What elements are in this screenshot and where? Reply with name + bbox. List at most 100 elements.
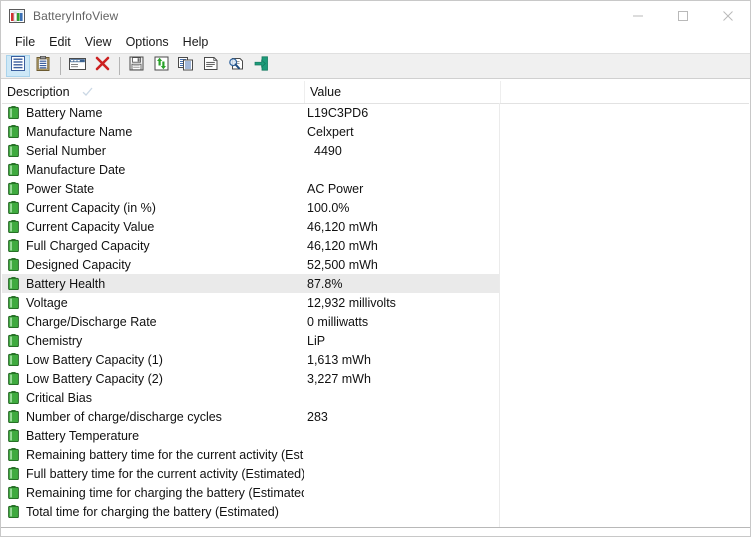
cell-description: Manufacture Name bbox=[2, 125, 304, 139]
cell-value: 46,120 mWh bbox=[307, 238, 378, 253]
cell-description: Current Capacity Value bbox=[2, 220, 304, 234]
battery-icon bbox=[8, 239, 19, 253]
table-row[interactable]: Full Charged Capacity 46,120 mWh bbox=[2, 236, 749, 255]
save-button[interactable] bbox=[124, 55, 148, 77]
cell-value: L19C3PD6 bbox=[307, 105, 369, 120]
cell-value: 0 milliwatts bbox=[307, 314, 369, 329]
description-text: Charge/Discharge Rate bbox=[26, 314, 157, 329]
battery-icon bbox=[8, 429, 19, 443]
copy-icon bbox=[178, 56, 194, 76]
cell-description: Voltage bbox=[2, 296, 304, 310]
delete-button[interactable] bbox=[90, 55, 114, 77]
description-text: Power State bbox=[26, 181, 95, 196]
window-title: BatteryInfoView bbox=[33, 9, 119, 23]
battery-icon bbox=[8, 467, 19, 481]
menu-file[interactable]: File bbox=[8, 34, 42, 51]
description-text: Designed Capacity bbox=[26, 257, 131, 272]
column-header-filler bbox=[500, 81, 749, 103]
description-text: Low Battery Capacity (2) bbox=[26, 371, 163, 386]
battery-icon bbox=[8, 220, 19, 234]
table-row[interactable]: Battery Name L19C3PD6 bbox=[2, 103, 749, 122]
column-header-value-label: Value bbox=[310, 85, 342, 99]
cell-description: Remaining time for charging the battery … bbox=[2, 486, 304, 500]
table-row[interactable]: Charge/Discharge Rate 0 milliwatts bbox=[2, 312, 749, 331]
table-row[interactable]: Current Capacity Value 46,120 mWh bbox=[2, 217, 749, 236]
copy-button[interactable] bbox=[174, 55, 198, 77]
cell-description: Critical Bias bbox=[2, 391, 304, 405]
list-body[interactable]: Battery Name L19C3PD6 Manufacture Name Celx… bbox=[2, 103, 749, 527]
cell-description: Remaining battery time for the current a… bbox=[2, 448, 304, 462]
table-row[interactable]: Battery Temperature bbox=[2, 426, 749, 445]
find-button[interactable] bbox=[224, 55, 248, 77]
table-row[interactable]: Current Capacity (in %) 100.0% bbox=[2, 198, 749, 217]
description-text: Voltage bbox=[26, 295, 68, 310]
cell-description: Serial Number bbox=[2, 144, 304, 158]
exit-button[interactable] bbox=[249, 55, 273, 77]
menu-edit[interactable]: Edit bbox=[42, 34, 78, 51]
battery-icon bbox=[8, 353, 19, 367]
window-bottom-edge bbox=[1, 527, 750, 536]
cell-value: Celxpert bbox=[307, 124, 354, 139]
cell-value: 283 bbox=[307, 409, 328, 424]
description-text: Current Capacity Value bbox=[26, 219, 155, 234]
description-text: Current Capacity (in %) bbox=[26, 200, 156, 215]
minimize-button[interactable] bbox=[615, 1, 660, 31]
menu-help[interactable]: Help bbox=[176, 34, 216, 51]
battery-info-list: Description Value Battery Name L19C3PD6 Ma… bbox=[2, 81, 749, 527]
table-row[interactable]: Low Battery Capacity (2) 3,227 mWh bbox=[2, 369, 749, 388]
table-row[interactable]: Number of charge/discharge cycles 283 bbox=[2, 407, 749, 426]
table-row[interactable]: Full battery time for the current activi… bbox=[2, 464, 749, 483]
description-text: Serial Number bbox=[26, 143, 106, 158]
battery-icon bbox=[8, 372, 19, 386]
list-header-row: Description Value bbox=[2, 81, 749, 104]
select-columns-button[interactable] bbox=[65, 55, 89, 77]
magnifier-page-icon bbox=[228, 56, 244, 76]
table-row[interactable]: Manufacture Name Celxpert bbox=[2, 122, 749, 141]
clipboard-icon bbox=[35, 55, 51, 76]
battery-icon bbox=[8, 410, 19, 424]
cell-value: LiP bbox=[307, 333, 326, 348]
table-row[interactable]: Chemistry LiP bbox=[2, 331, 749, 350]
toolbar-separator-2 bbox=[119, 57, 120, 75]
table-row[interactable]: Battery Health 87.8% bbox=[2, 274, 749, 293]
list-view-icon bbox=[10, 56, 26, 76]
cell-value: 3,227 mWh bbox=[307, 371, 371, 386]
table-row[interactable]: Remaining battery time for the current a… bbox=[2, 445, 749, 464]
battery-icon bbox=[8, 315, 19, 329]
description-text: Manufacture Date bbox=[26, 162, 126, 177]
refresh-button[interactable] bbox=[149, 55, 173, 77]
table-row[interactable]: Critical Bias bbox=[2, 388, 749, 407]
properties-button[interactable] bbox=[199, 55, 223, 77]
table-row[interactable]: Serial Number 4490 bbox=[2, 141, 749, 160]
table-row[interactable]: Manufacture Date bbox=[2, 160, 749, 179]
column-header-value[interactable]: Value bbox=[304, 81, 500, 103]
description-text: Chemistry bbox=[26, 333, 83, 348]
maximize-button[interactable] bbox=[660, 1, 705, 31]
menu-view[interactable]: View bbox=[78, 34, 119, 51]
table-row[interactable]: Total time for charging the battery (Est… bbox=[2, 502, 749, 521]
cell-description: Manufacture Date bbox=[2, 163, 304, 177]
battery-icon bbox=[8, 144, 19, 158]
cell-value: 4490 bbox=[314, 143, 342, 158]
menu-options[interactable]: Options bbox=[119, 34, 176, 51]
cell-value: 52,500 mWh bbox=[307, 257, 378, 272]
table-row[interactable]: Voltage 12,932 millivolts bbox=[2, 293, 749, 312]
description-text: Low Battery Capacity (1) bbox=[26, 352, 163, 367]
column-header-description[interactable]: Description bbox=[2, 81, 304, 103]
battery-icon bbox=[8, 391, 19, 405]
properties-view-button[interactable] bbox=[6, 55, 30, 77]
close-button[interactable] bbox=[705, 1, 750, 31]
table-row[interactable]: Power State AC Power bbox=[2, 179, 749, 198]
description-text: Battery Name bbox=[26, 105, 103, 120]
table-row[interactable]: Low Battery Capacity (1) 1,613 mWh bbox=[2, 350, 749, 369]
table-row[interactable]: Designed Capacity 52,500 mWh bbox=[2, 255, 749, 274]
cell-description: Chemistry bbox=[2, 334, 304, 348]
table-row[interactable]: Remaining time for charging the battery … bbox=[2, 483, 749, 502]
properties-icon bbox=[203, 56, 219, 76]
cell-description: Low Battery Capacity (2) bbox=[2, 372, 304, 386]
cell-description: Full battery time for the current activi… bbox=[2, 467, 304, 481]
battery-icon bbox=[8, 201, 19, 215]
battery-icon bbox=[8, 163, 19, 177]
description-text: Number of charge/discharge cycles bbox=[26, 409, 222, 424]
clipboard-button[interactable] bbox=[31, 55, 55, 77]
